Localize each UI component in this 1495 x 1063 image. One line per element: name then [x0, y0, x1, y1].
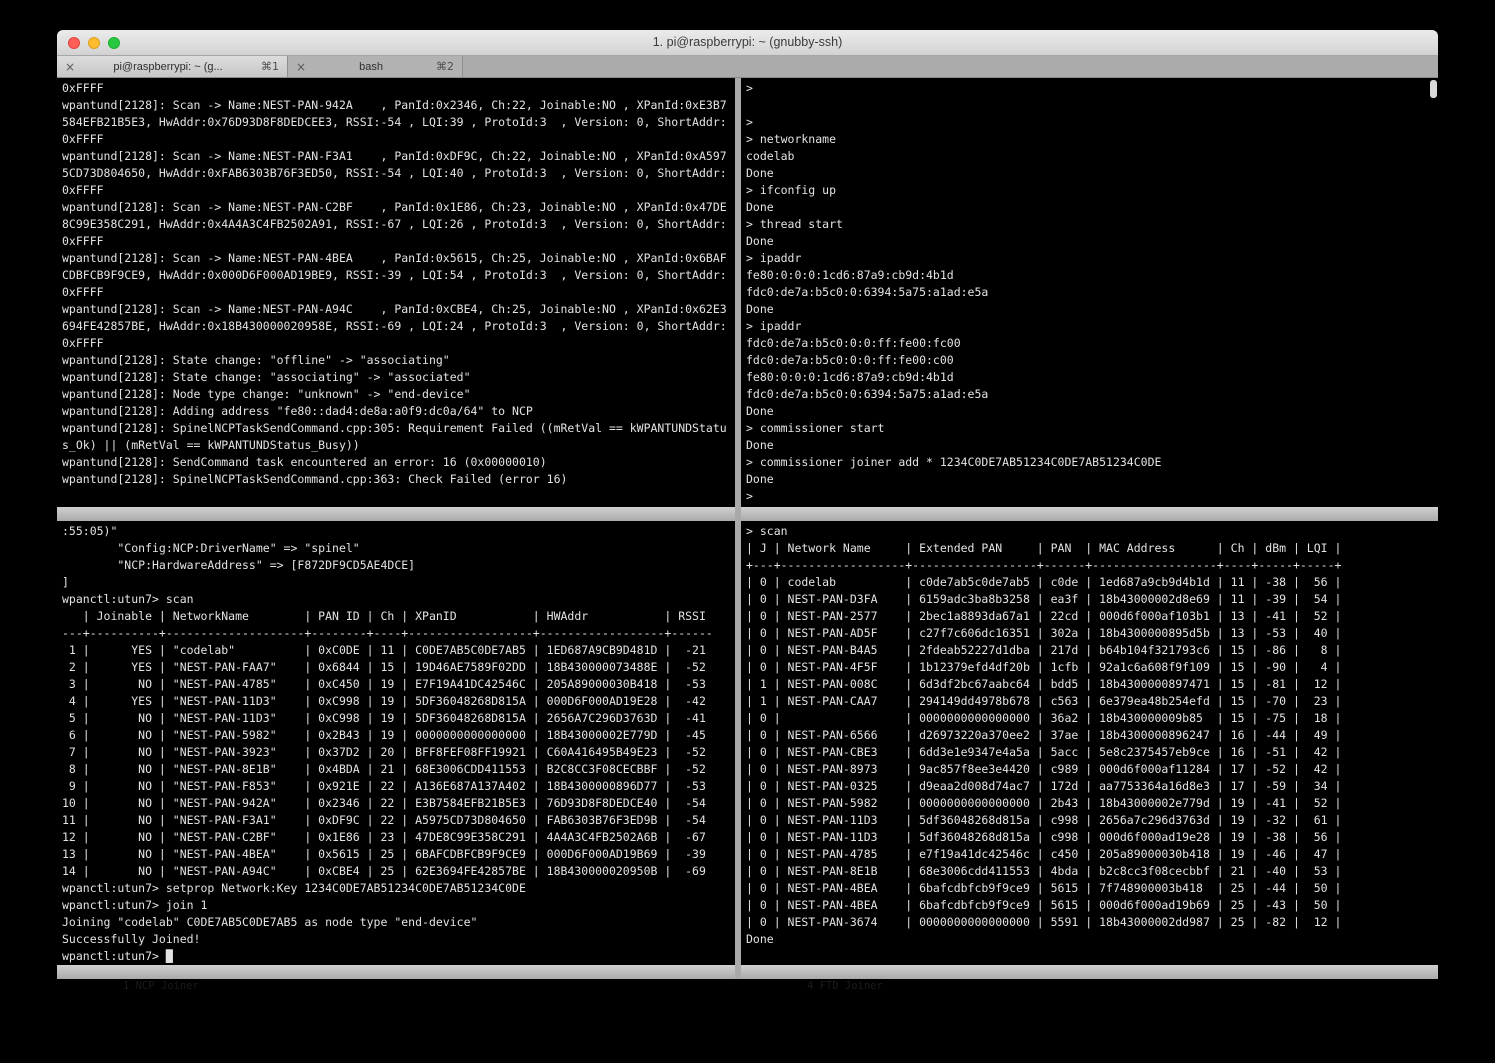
terminal-output-ncp-joiner: :55:05)" "Config:NCP:DriverName" => "spi…: [57, 521, 735, 965]
pane-statusbar-ncp-joiner: 1 NCP Joiner: [57, 965, 735, 979]
scrollbar-thumb[interactable]: [1430, 80, 1437, 98]
terminal-window: 1. pi@raspberrypi: ~ (gnubby-ssh) × pi@r…: [57, 30, 1438, 1015]
terminal-output-ftd-commissioner: > > > networkname codelab Done > ifconfi…: [741, 78, 1438, 505]
pane-wpantund[interactable]: 0xFFFF wpantund[2128]: Scan -> Name:NEST…: [57, 78, 735, 507]
pane-ftd-joiner[interactable]: > scan | J | Network Name | Extended PAN…: [741, 521, 1438, 965]
pane-statusbar-wpantund: 0 wpantund: [57, 507, 735, 521]
tab-label: bash: [312, 61, 430, 73]
terminal-area: 0xFFFF wpantund[2128]: Scan -> Name:NEST…: [57, 78, 1438, 1015]
pane-statusbar-ftd-commissioner: 3 FTD Commissioner: [741, 507, 1438, 521]
terminal-output-ftd-joiner: > scan | J | Network Name | Extended PAN…: [741, 521, 1438, 948]
minimize-window-button[interactable]: [88, 37, 100, 49]
window-title: 1. pi@raspberrypi: ~ (gnubby-ssh): [57, 30, 1438, 55]
tab-bash[interactable]: × bash ⌘2: [288, 56, 463, 77]
tab-bar: × pi@raspberrypi: ~ (g... ⌘1 × bash ⌘2: [57, 56, 1438, 78]
pane-statusbar-ftd-joiner: 4 FTD Joiner: [741, 965, 1438, 979]
zoom-window-button[interactable]: [108, 37, 120, 49]
traffic-lights: [68, 37, 120, 49]
terminal-output-wpantund: 0xFFFF wpantund[2128]: Scan -> Name:NEST…: [57, 78, 735, 488]
tab-shortcut: ⌘2: [436, 60, 454, 73]
close-tab-icon[interactable]: ×: [296, 60, 306, 74]
pane-title: 4 FTD Joiner: [807, 980, 883, 992]
pane-title: 1 NCP Joiner: [123, 980, 199, 992]
window-titlebar[interactable]: 1. pi@raspberrypi: ~ (gnubby-ssh): [57, 30, 1438, 56]
tab-label: pi@raspberrypi: ~ (g...: [81, 61, 255, 73]
close-window-button[interactable]: [68, 37, 80, 49]
pane-ncp-joiner[interactable]: :55:05)" "Config:NCP:DriverName" => "spi…: [57, 521, 735, 965]
close-tab-icon[interactable]: ×: [65, 60, 75, 74]
tab-ssh-session[interactable]: × pi@raspberrypi: ~ (g... ⌘1: [57, 56, 288, 77]
pane-ftd-commissioner[interactable]: > > > networkname codelab Done > ifconfi…: [741, 78, 1438, 507]
tab-shortcut: ⌘1: [261, 60, 279, 73]
